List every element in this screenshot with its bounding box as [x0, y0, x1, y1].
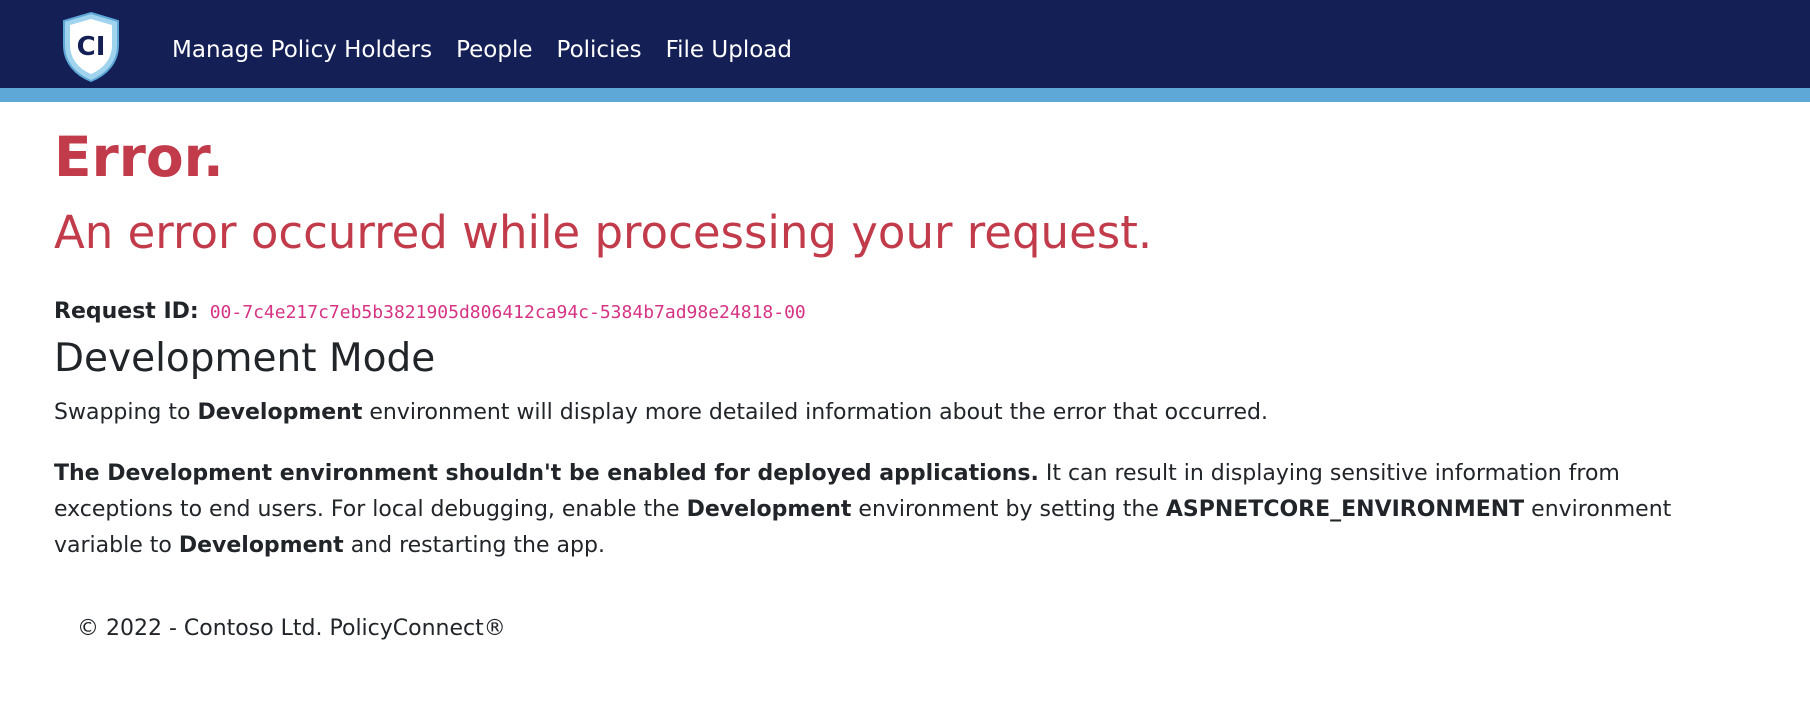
dev-mode-heading: Development Mode: [54, 336, 436, 381]
main-nav: Manage Policy Holders People Policies Fi…: [172, 34, 792, 66]
p2-bold-2: Development: [686, 497, 852, 522]
p2-bold-1: The Development environment shouldn't be…: [54, 461, 1039, 486]
dev-mode-paragraph-2: The Development environment shouldn't be…: [54, 456, 1734, 564]
dev-mode-paragraph-1: Swapping to Development environment will…: [54, 396, 1268, 430]
p2-text-2: environment by setting the: [851, 497, 1166, 522]
p1-text-post: environment will display more detailed i…: [362, 400, 1268, 425]
shield-logo-icon: CI: [63, 11, 119, 83]
nav-link-policies[interactable]: Policies: [557, 34, 642, 66]
nav-link-file-upload[interactable]: File Upload: [666, 34, 792, 66]
p2-text-4: and restarting the app.: [343, 533, 605, 558]
error-title: Error.: [54, 125, 224, 189]
logo-text: CI: [77, 32, 106, 62]
request-id-line: Request ID: 00-7c4e217c7eb5b3821905d8064…: [54, 296, 806, 329]
request-id-label: Request ID:: [54, 299, 199, 324]
p1-bold: Development: [197, 400, 363, 425]
top-navbar: CI Manage Policy Holders People Policies…: [0, 0, 1810, 102]
page-footer: © 2022 - Contoso Ltd. PolicyConnect®: [77, 616, 506, 641]
nav-link-manage-policy-holders[interactable]: Manage Policy Holders: [172, 34, 432, 66]
p1-text-pre: Swapping to: [54, 400, 198, 425]
request-id-value: 00-7c4e217c7eb5b3821905d806412ca94c-5384…: [209, 302, 806, 323]
nav-link-people[interactable]: People: [456, 34, 532, 66]
brand-logo[interactable]: CI: [60, 11, 122, 83]
error-subtitle: An error occurred while processing your …: [54, 206, 1153, 259]
p2-bold-4: Development: [178, 533, 344, 558]
p2-bold-3: ASPNETCORE_ENVIRONMENT: [1165, 497, 1525, 522]
